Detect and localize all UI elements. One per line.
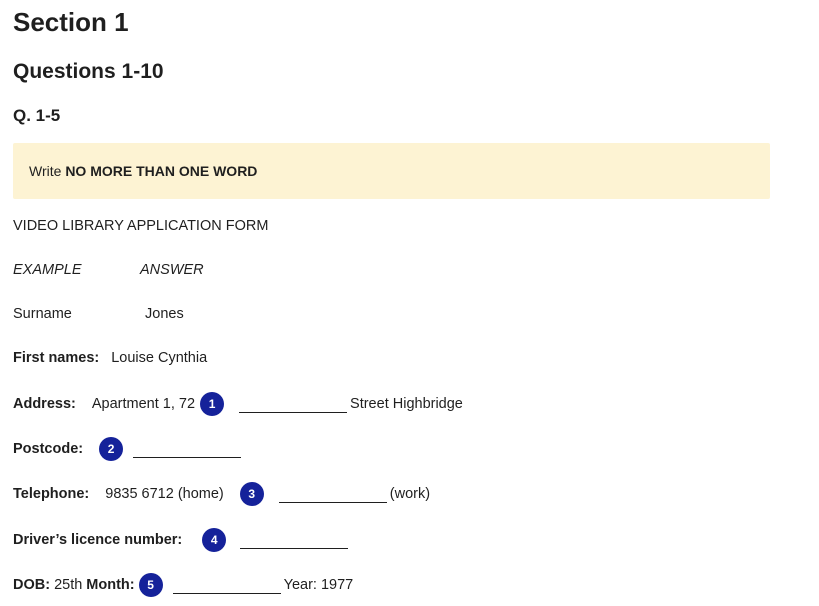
dob-month-label: Month: — [86, 577, 135, 593]
address-row: Address: Apartment 1, 72 1 Street Highbr… — [13, 392, 463, 416]
telephone-row: Telephone: 9835 6712 (home) 3 (work) — [13, 482, 430, 506]
telephone-value: 9835 6712 (home) — [105, 486, 224, 502]
example-label: EXAMPLE — [13, 262, 82, 278]
surname-value: Jones — [145, 306, 184, 322]
first-names-label: First names: — [13, 350, 100, 366]
form-title: VIDEO LIBRARY APPLICATION FORM — [13, 218, 269, 234]
example-row: EXAMPLE ANSWER — [13, 260, 204, 280]
postcode-row: Postcode: 2 — [13, 437, 242, 461]
question-3-answer-field[interactable] — [278, 486, 387, 503]
question-4-badge[interactable]: 4 — [202, 528, 227, 552]
dob-year: Year: 1977 — [283, 577, 354, 593]
question-5-badge[interactable]: 5 — [138, 573, 163, 597]
surname-row: Surname Jones — [13, 304, 184, 324]
address-prefix: Apartment 1, 72 — [91, 396, 196, 412]
section-title: Section 1 — [13, 7, 129, 37]
question-group-title: Q. 1-5 — [13, 106, 61, 125]
question-2-badge[interactable]: 2 — [99, 437, 124, 461]
instruction-emphasis: NO MORE THAN ONE WORD — [65, 163, 258, 179]
dob-row: DOB: 25th Month: 5 Year: 1977 — [13, 573, 353, 597]
surname-label: Surname — [13, 306, 72, 322]
licence-label: Driver’s licence number: — [13, 532, 183, 548]
instruction-box: Write NO MORE THAN ONE WORD — [13, 143, 770, 199]
address-label: Address: — [13, 396, 76, 412]
first-names-value: Louise Cynthia — [111, 350, 208, 366]
licence-row: Driver’s licence number: 4 — [13, 528, 349, 552]
question-2-answer-field[interactable] — [133, 441, 242, 458]
question-4-answer-field[interactable] — [240, 532, 349, 549]
telephone-label: Telephone: — [13, 486, 90, 502]
dob-day: 25th — [54, 577, 83, 593]
answer-label: ANSWER — [140, 262, 204, 278]
question-1-answer-field[interactable] — [239, 396, 348, 413]
form-title-row: VIDEO LIBRARY APPLICATION FORM — [13, 216, 268, 236]
first-names-row: First names: Louise Cynthia — [13, 348, 207, 368]
question-3-badge[interactable]: 3 — [239, 482, 264, 506]
telephone-suffix: (work) — [389, 486, 431, 502]
dob-label: DOB: — [13, 577, 51, 593]
postcode-label: Postcode: — [13, 441, 84, 457]
instruction-prefix: Write — [29, 163, 62, 179]
questions-title: Questions 1-10 — [13, 60, 164, 83]
question-5-answer-field[interactable] — [172, 577, 281, 594]
address-suffix: Street Highbridge — [350, 396, 463, 412]
question-1-badge[interactable]: 1 — [200, 392, 225, 416]
